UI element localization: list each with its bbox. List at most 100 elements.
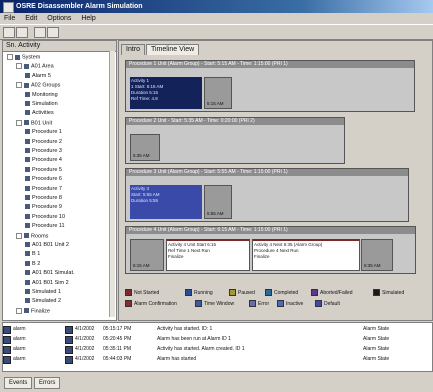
tree-node[interactable]: Simulation xyxy=(25,101,58,108)
tree-node[interactable]: Activities xyxy=(25,110,54,117)
tree-node[interactable]: Simulated 1 xyxy=(25,289,61,296)
log-row[interactable]: alarm 4/1/2002 05:15:17 PM Activity has sta… xyxy=(3,325,431,334)
tree-view[interactable]: Sn. Activity System A01 Area Alarm 5 A02 Gr… xyxy=(2,40,117,321)
menu-options[interactable]: Options xyxy=(43,13,75,24)
tree-node[interactable]: B 2 xyxy=(25,261,40,268)
expand-icon[interactable] xyxy=(16,63,22,70)
tree-node-label: Monitoring xyxy=(32,91,58,98)
timing-block[interactable]: 5:55 AM xyxy=(204,185,232,219)
row-icon xyxy=(3,326,11,334)
tree-node[interactable]: A01 B01 Sim 2 xyxy=(25,280,69,287)
block-line: Duration 5:55 xyxy=(131,198,159,203)
tree-node[interactable]: Procedure 3 xyxy=(25,148,62,155)
status-icon xyxy=(65,346,73,354)
timing-block[interactable]: 5:15 AM xyxy=(204,77,232,109)
expand-icon[interactable] xyxy=(7,54,13,60)
tree-node[interactable]: Alarm 5 xyxy=(25,73,51,80)
legend-swatch xyxy=(249,300,256,307)
tree-node[interactable]: Finalize xyxy=(16,307,50,315)
run-icon[interactable] xyxy=(47,27,59,38)
tree-node[interactable]: A02 Groups xyxy=(16,82,60,89)
log-status: Alarm State xyxy=(363,336,390,342)
tree-node[interactable]: Procedure 8 xyxy=(25,195,62,202)
legend-swatch xyxy=(185,289,192,296)
node-icon xyxy=(25,298,30,304)
tree-node[interactable]: Procedure 7 xyxy=(25,186,62,193)
tree-scrollbar[interactable] xyxy=(109,51,115,317)
block-line: Finalize xyxy=(254,254,270,259)
activity-block[interactable]: Activity 3 Start: 5:55 AM Duration 5:55 xyxy=(130,185,202,219)
menu-help[interactable]: Help xyxy=(77,13,99,24)
timing-block[interactable]: 6:15 AM xyxy=(130,239,164,271)
save-icon[interactable] xyxy=(16,27,28,38)
tree-node[interactable]: Procedure 4 xyxy=(25,157,62,164)
log-row[interactable]: alarm 4/1/2002 05:20:45 PM Alarm has been r… xyxy=(3,335,431,344)
procedure-panel-2[interactable]: Procedure 2 Unit - Start: 5:35 AM - Time… xyxy=(125,117,345,164)
open-icon[interactable] xyxy=(3,27,15,38)
tree-node-label: Simulated 2 xyxy=(32,298,62,305)
tab-events[interactable]: Events xyxy=(4,377,33,389)
log-name: alarm xyxy=(13,336,26,342)
expand-icon[interactable] xyxy=(16,232,22,239)
tree-node[interactable]: A01 Area xyxy=(16,63,54,70)
tree-node-label: A02 Groups xyxy=(31,82,61,89)
node-icon xyxy=(24,308,29,314)
log-status: Alarm State xyxy=(363,356,390,362)
menu-edit[interactable]: Edit xyxy=(21,13,41,24)
timing-block[interactable]: 6:35 AM xyxy=(361,239,393,271)
tree-node[interactable]: Procedure 2 xyxy=(25,139,62,146)
log-message: Activity has started. Alarm created. ID … xyxy=(157,346,245,352)
tree-node-label: A01 B01 Unit 2 xyxy=(32,242,69,248)
log-name: alarm xyxy=(13,346,26,352)
timing-block[interactable]: 5:35 AM xyxy=(130,134,160,161)
tab-errors[interactable]: Errors xyxy=(34,377,61,389)
tree-node-label: Procedure 3 xyxy=(32,148,62,154)
procedure-panel-1[interactable]: Procedure 1 Unit (Alarm Group) - Start: … xyxy=(125,60,415,112)
log-name: alarm xyxy=(13,326,26,332)
tree-node-label: Procedure 5 xyxy=(32,166,62,173)
tree-node[interactable]: Procedure 9 xyxy=(25,204,62,211)
tree-node-label: A01 Area xyxy=(31,63,54,70)
activity-block[interactable]: Activity 4 Next 6:35 (Alarm Group) Proce… xyxy=(252,239,360,271)
tree-node[interactable]: Procedure 6 xyxy=(25,176,62,183)
tree-node[interactable]: Monitoring xyxy=(25,92,58,99)
expand-icon[interactable] xyxy=(16,82,22,89)
legend-swatch xyxy=(229,289,236,296)
tree-node[interactable]: Procedure 1 xyxy=(25,129,62,136)
tree-node[interactable]: Procedure 11 xyxy=(25,223,65,230)
log-row[interactable]: alarm 4/1/2002 05:44:03 PM Alarm has starte… xyxy=(3,355,431,364)
legend-swatch xyxy=(125,289,132,296)
tree-node-label: B 2 xyxy=(32,260,41,267)
legend-swatch xyxy=(373,289,380,296)
activity-block[interactable]: Activity 1 1 Start: 5:15 AM Duration 5:1… xyxy=(130,77,202,109)
legend-swatch xyxy=(315,300,322,307)
tree-node[interactable]: A01 B01 Unit 2 xyxy=(25,242,69,249)
tab-timeline[interactable]: Timeline View xyxy=(146,44,200,55)
legend-swatch xyxy=(277,300,284,307)
activity-block[interactable]: Activity 4 Unit Start 6:15 Ref Time 1 Ne… xyxy=(166,239,250,271)
menu-bar: File Edit Options Help xyxy=(0,13,433,24)
node-icon xyxy=(15,54,20,60)
log-row[interactable]: alarm 4/1/2002 05:35:11 PM Activity has sta… xyxy=(3,345,431,354)
node-icon xyxy=(24,82,29,88)
tree-node[interactable]: Rooms xyxy=(16,232,48,240)
tree-node-label: System xyxy=(22,54,41,61)
tree-node[interactable]: System xyxy=(7,54,40,61)
refresh-icon[interactable] xyxy=(34,27,46,38)
tree-node[interactable]: Procedure 10 xyxy=(25,214,65,221)
tree-node[interactable]: Simulated 2 xyxy=(25,298,61,305)
tree-node[interactable]: A01 B01 Simulat. xyxy=(25,270,75,277)
expand-icon[interactable] xyxy=(16,307,22,314)
procedure-panel-4[interactable]: Procedure 4 Unit (Alarm Group) - Start: … xyxy=(125,226,416,274)
tree-node[interactable]: B01 Unit xyxy=(16,119,52,127)
tab-intro[interactable]: Intro xyxy=(121,44,146,55)
tree-header: Sn. Activity xyxy=(3,41,116,52)
procedure-panel-3[interactable]: Procedure 3 Unit (Alarm Group) - Start: … xyxy=(125,168,409,222)
menu-file[interactable]: File xyxy=(0,13,19,24)
status-icon xyxy=(65,336,73,344)
log-message: Alarm has been run at Alarm ID 1 xyxy=(157,336,231,342)
tree-node[interactable]: B 1 xyxy=(25,251,40,258)
log-message: Alarm has started xyxy=(157,356,197,362)
tree-node[interactable]: Procedure 5 xyxy=(25,167,62,174)
expand-icon[interactable] xyxy=(16,119,22,126)
